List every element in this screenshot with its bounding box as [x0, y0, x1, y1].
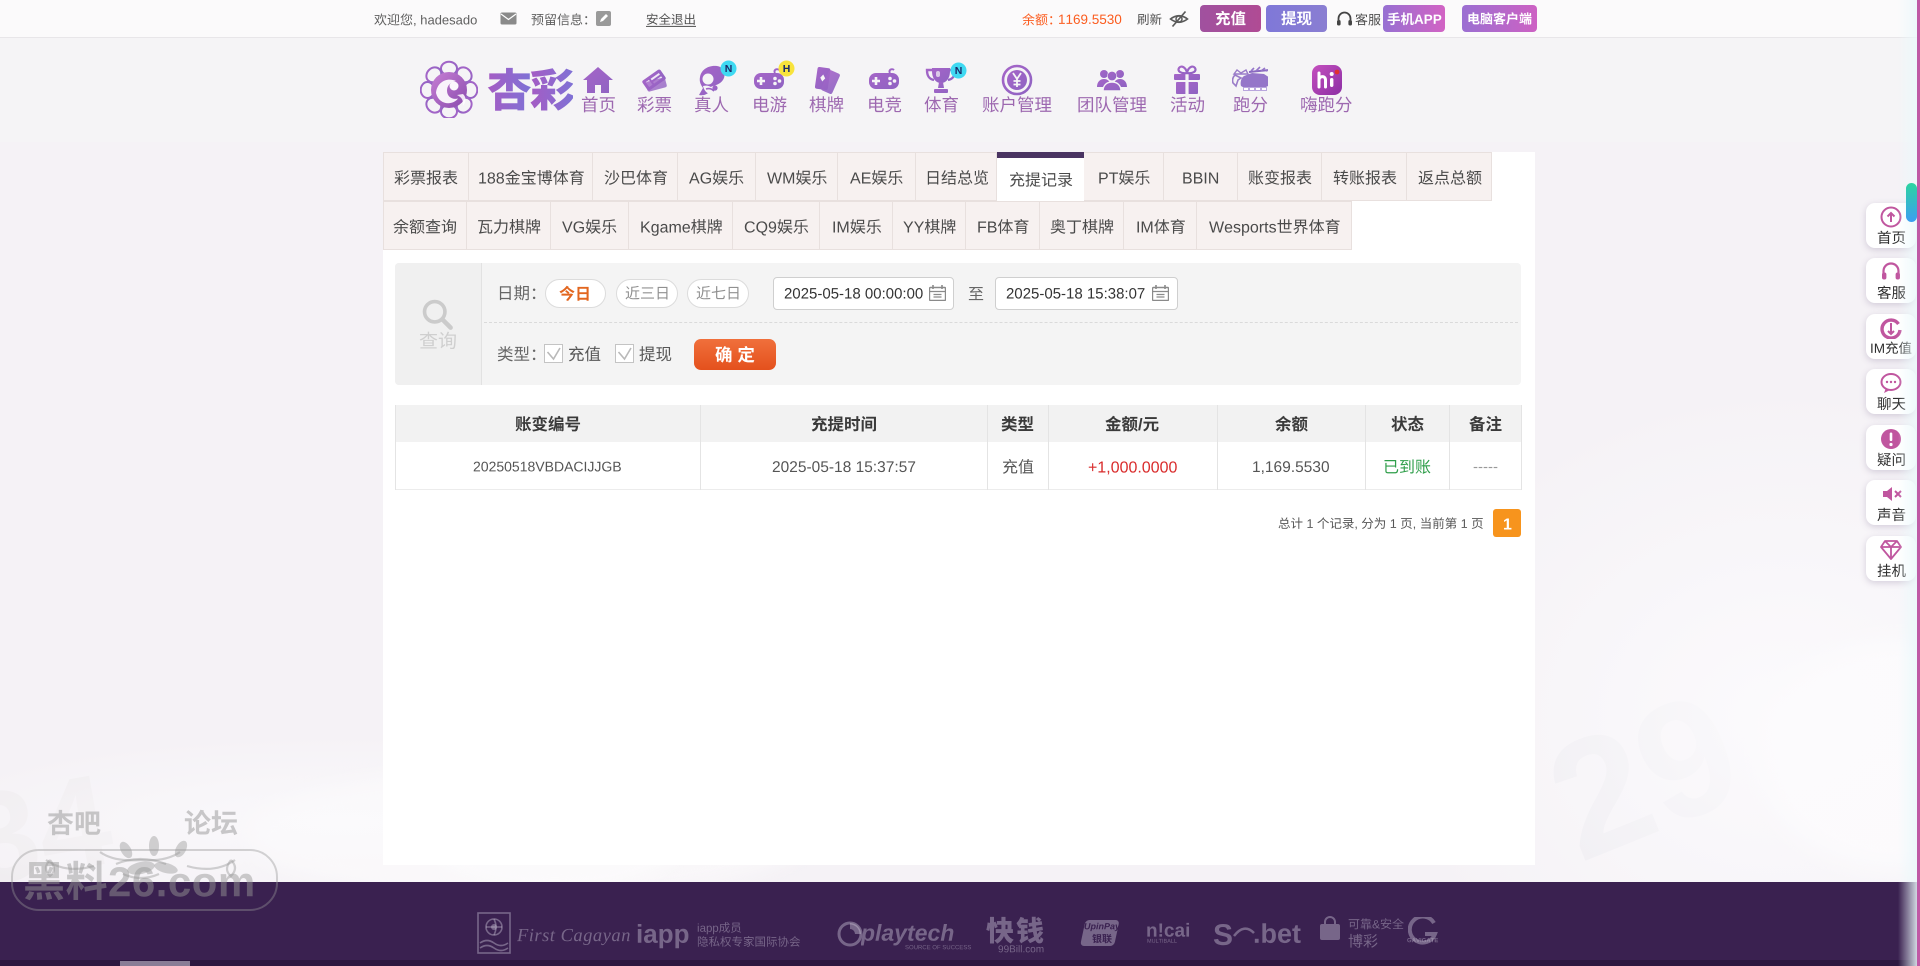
svg-text:N: N [955, 65, 963, 77]
svg-text:N: N [725, 63, 733, 75]
svg-text:H: H [783, 63, 791, 75]
